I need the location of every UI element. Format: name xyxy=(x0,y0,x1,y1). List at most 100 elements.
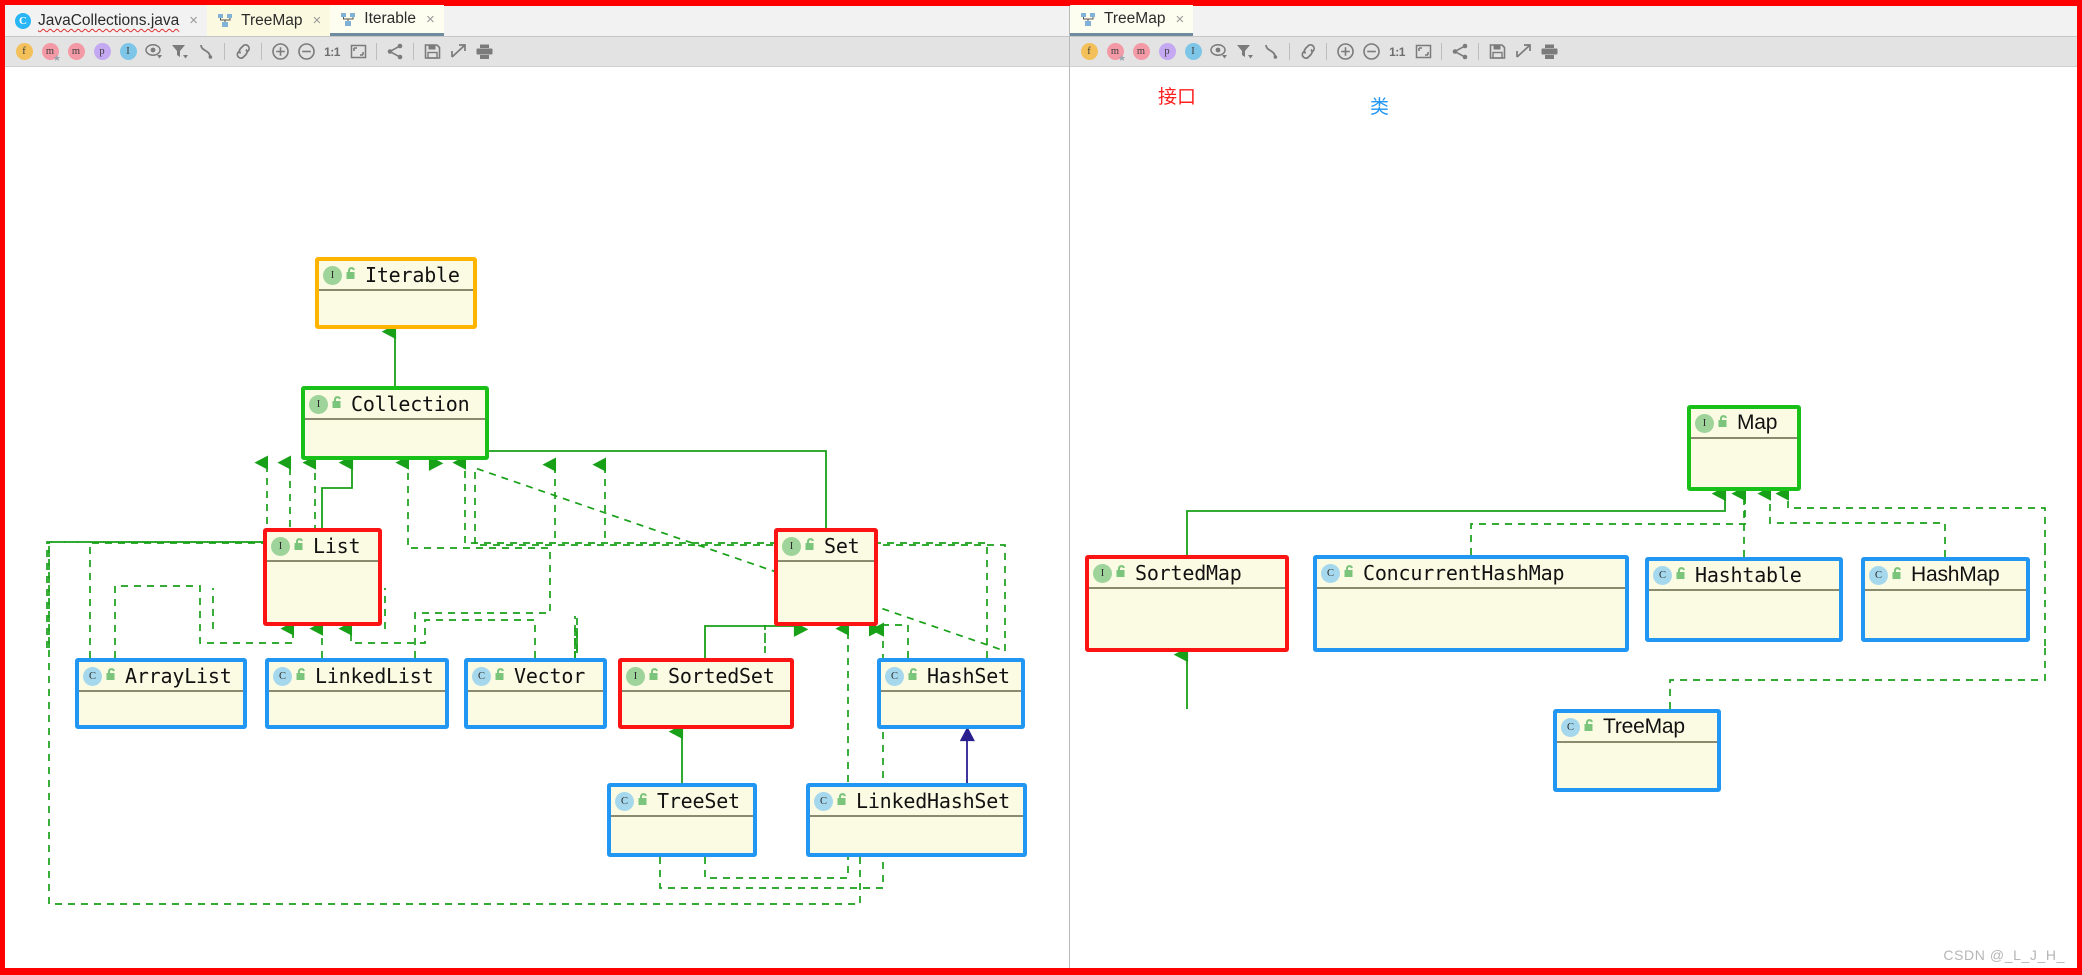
class-node-linkedlist[interactable]: C LinkedList xyxy=(265,658,449,729)
node-title: ArrayList xyxy=(125,664,232,688)
tab-iterable[interactable]: Iterable × xyxy=(330,5,444,36)
show-properties-button[interactable]: p xyxy=(1154,39,1180,65)
filter-icon[interactable] xyxy=(1232,39,1258,65)
class-node-treeset[interactable]: C TreeSet xyxy=(607,783,757,857)
star-icon: ★ xyxy=(1117,52,1126,63)
class-badge-icon: C xyxy=(1869,565,1888,585)
export-icon[interactable] xyxy=(445,39,471,65)
node-header: C Hashtable xyxy=(1649,561,1839,591)
class-node-vector[interactable]: C Vector xyxy=(464,658,607,729)
zoom-in-icon[interactable] xyxy=(267,39,293,65)
filter-icon[interactable] xyxy=(167,39,193,65)
save-icon[interactable] xyxy=(419,39,445,65)
node-header: I List xyxy=(267,532,378,562)
fit-content-icon[interactable] xyxy=(1410,39,1436,65)
class-node-sortedset[interactable]: I SortedSet xyxy=(618,658,794,729)
print-icon[interactable] xyxy=(1536,39,1562,65)
node-header: I Set xyxy=(778,532,874,562)
class-node-set[interactable]: I Set xyxy=(774,528,878,626)
class-node-linkedhashset[interactable]: C LinkedHashSet xyxy=(806,783,1027,857)
class-node-collection[interactable]: I Collection xyxy=(301,386,489,460)
layout-share-icon[interactable] xyxy=(1447,39,1473,65)
node-header: I Collection xyxy=(305,390,485,420)
zoom-out-icon[interactable] xyxy=(293,39,319,65)
class-node-map[interactable]: I Map xyxy=(1687,405,1801,491)
node-header: C LinkedHashSet xyxy=(810,787,1023,817)
class-node-list[interactable]: I List xyxy=(263,528,382,626)
left-diagram-canvas[interactable]: I Iterable I Collection I List I Set C A… xyxy=(5,68,1069,968)
node-header: I SortedMap xyxy=(1089,559,1285,589)
print-icon[interactable] xyxy=(471,39,497,65)
left-diagram-toolbar: f m ★ m p I 1:1 xyxy=(5,37,1069,67)
tab-label: TreeMap xyxy=(1104,10,1166,28)
node-header: C LinkedList xyxy=(269,662,445,692)
diagram-window: C JavaCollections.java × TreeMap × Itera… xyxy=(0,0,2082,975)
zoom-in-icon[interactable] xyxy=(1332,39,1358,65)
show-fields-button[interactable]: f xyxy=(1076,39,1102,65)
layout-share-icon[interactable] xyxy=(382,39,408,65)
show-inner-classes-button[interactable]: I xyxy=(1180,39,1206,65)
right-editor-pane: TreeMap × f m ★ m p I 1:1 接口 类 I Map I S… xyxy=(1070,5,2077,968)
node-header: C HashMap xyxy=(1865,561,2026,591)
actual-size-button[interactable]: 1:1 xyxy=(1384,39,1410,65)
node-title: SortedMap xyxy=(1135,561,1242,585)
toolbar-separator xyxy=(413,43,414,60)
class-node-hashtable[interactable]: C Hashtable xyxy=(1645,557,1843,642)
node-title: Set xyxy=(824,534,860,558)
class-node-hashset[interactable]: C HashSet xyxy=(877,658,1025,729)
class-node-arraylist[interactable]: C ArrayList xyxy=(75,658,247,729)
show-methods-button[interactable]: m xyxy=(1128,39,1154,65)
node-members xyxy=(810,817,1023,853)
tab-javacollections-java[interactable]: C JavaCollections.java × xyxy=(5,5,208,36)
show-constructors-button[interactable]: m ★ xyxy=(1102,39,1128,65)
node-title: Iterable xyxy=(365,263,460,287)
toolbar-separator xyxy=(1478,43,1479,60)
node-header: I Map xyxy=(1691,409,1797,439)
visibility-eye-icon[interactable] xyxy=(141,39,167,65)
tab-close-icon[interactable]: × xyxy=(313,13,322,28)
node-members xyxy=(319,291,473,325)
node-title: Collection xyxy=(351,392,470,416)
tab-treemap[interactable]: TreeMap × xyxy=(207,5,331,36)
show-properties-button[interactable]: p xyxy=(89,39,115,65)
node-title: ConcurrentHashMap xyxy=(1363,561,1565,585)
class-badge-icon: C xyxy=(814,791,833,811)
node-title: HashSet xyxy=(927,664,1010,688)
class-node-treemap[interactable]: C TreeMap xyxy=(1553,709,1721,792)
node-members xyxy=(881,692,1021,725)
tab-treemap-right[interactable]: TreeMap × xyxy=(1070,5,1194,36)
fit-content-icon[interactable] xyxy=(345,39,371,65)
interface-badge-icon: I xyxy=(323,265,342,285)
edge-style-curve-icon[interactable] xyxy=(1258,39,1284,65)
show-fields-button[interactable]: f xyxy=(11,39,37,65)
show-constructors-button[interactable]: m ★ xyxy=(37,39,63,65)
class-node-sortedmap[interactable]: I SortedMap xyxy=(1085,555,1289,652)
toolbar-separator xyxy=(1326,43,1327,60)
watermark: CSDN @_L_J_H_ xyxy=(1943,947,2065,963)
show-methods-button[interactable]: m xyxy=(63,39,89,65)
right-diagram-canvas[interactable]: 接口 类 I Map I SortedMap C ConcurrentHashM… xyxy=(1070,68,2077,968)
tab-close-icon[interactable]: × xyxy=(426,12,435,27)
zoom-out-icon[interactable] xyxy=(1358,39,1384,65)
tab-close-icon[interactable]: × xyxy=(189,13,198,28)
tab-close-icon[interactable]: × xyxy=(1175,12,1184,27)
export-icon[interactable] xyxy=(1510,39,1536,65)
public-lock-icon xyxy=(1675,566,1688,585)
node-members xyxy=(267,562,378,622)
public-lock-icon xyxy=(804,537,817,556)
node-members xyxy=(1557,743,1717,788)
node-header: C ConcurrentHashMap xyxy=(1317,559,1625,589)
class-node-hashmap[interactable]: C HashMap xyxy=(1861,557,2030,642)
save-icon[interactable] xyxy=(1484,39,1510,65)
node-header: C ArrayList xyxy=(79,662,243,692)
class-node-concurrenthashmap[interactable]: C ConcurrentHashMap xyxy=(1313,555,1629,652)
class-node-iterable[interactable]: I Iterable xyxy=(315,257,477,329)
show-inner-classes-button[interactable]: I xyxy=(115,39,141,65)
right-diagram-toolbar: f m ★ m p I 1:1 xyxy=(1070,37,2077,67)
link-icon[interactable] xyxy=(1295,39,1321,65)
node-title: TreeMap xyxy=(1603,715,1685,738)
edge-style-curve-icon[interactable] xyxy=(193,39,219,65)
actual-size-button[interactable]: 1:1 xyxy=(319,39,345,65)
visibility-eye-icon[interactable] xyxy=(1206,39,1232,65)
link-icon[interactable] xyxy=(230,39,256,65)
